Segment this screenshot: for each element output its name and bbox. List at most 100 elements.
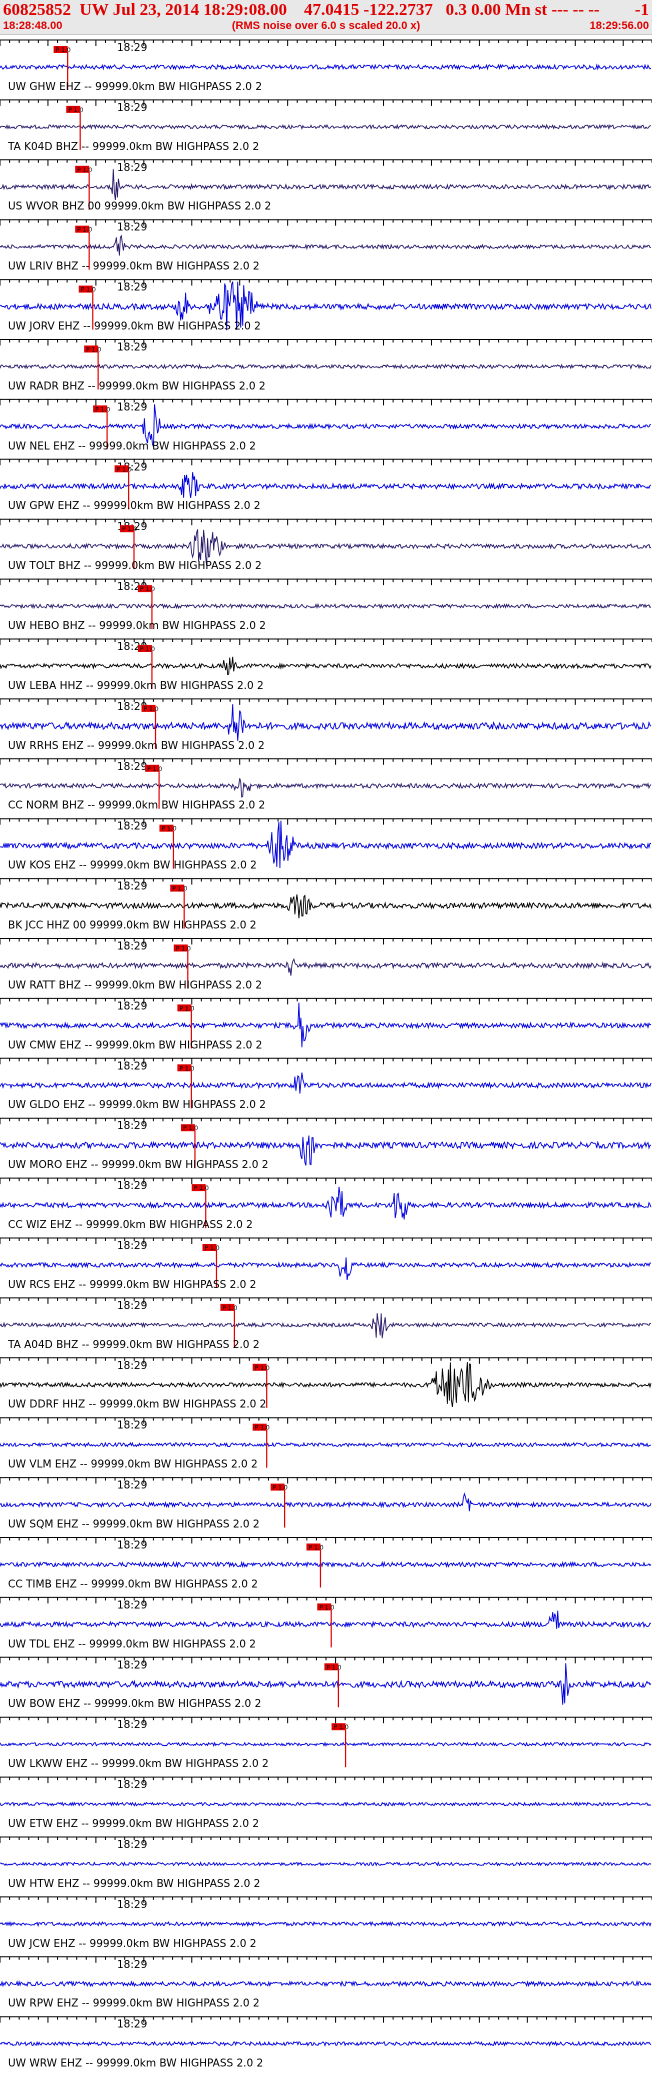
waveform <box>0 234 651 256</box>
pick-label: P 1.0 <box>326 1664 341 1671</box>
trace-row: 18:29 UW JCW EHZ -- 99999.0km BW HIGHPASS… <box>0 1896 652 1950</box>
time-label: 18:29 <box>117 821 147 833</box>
time-label: 18:29 <box>117 1120 147 1132</box>
time-label: 18:29 <box>117 881 147 893</box>
time-label: 18:29 <box>117 1000 147 1012</box>
time-label: 18:29 <box>117 1899 147 1911</box>
trace-row: 18:29 P 1.0 UW LRIV BHZ -- 99999.0km BW HI… <box>0 219 652 273</box>
pick-label: P 1.0 <box>194 1185 209 1192</box>
pick-label: P 1.0 <box>68 107 83 114</box>
time-label: 18:29 <box>117 1240 147 1252</box>
waveform <box>0 1979 652 1988</box>
waveform <box>0 1186 652 1220</box>
time-label: 18:29 <box>117 42 147 54</box>
time-label: 18:29 <box>117 761 147 773</box>
trace-row: 18:29 P 1.0 CC WIZ EHZ -- 99999.0km BW HIG… <box>0 1177 652 1231</box>
pick-label: P 1.0 <box>334 1724 349 1731</box>
station-label: UW LKWW EHZ -- 99999.0km BW HIGHPASS 2.0… <box>8 1758 269 1770</box>
trace-row: 18:29 P 1.0 UW SQM EHZ -- 99999.0km BW HIG… <box>0 1477 652 1531</box>
time-label: 18:29 <box>117 1360 147 1372</box>
pick-label: P 1.0 <box>122 526 137 533</box>
station-label: CC TIMB EHZ -- 99999.0km BW HIGHPASS 2.0… <box>8 1578 258 1590</box>
pick-label: P 1.0 <box>308 1545 323 1552</box>
trace-row: 18:29 P 1.0 TA K04D BHZ -- 99999.0km BW HI… <box>0 99 652 153</box>
pick-label: P 1.0 <box>77 167 92 174</box>
pick-label: P 1.0 <box>117 466 132 473</box>
event-flag: -1 <box>634 0 649 19</box>
station-label: UW VLM EHZ -- 99999.0km BW HIGHPASS 2.0 … <box>8 1459 258 1471</box>
time-label: 18:29 <box>117 342 147 354</box>
trace-row: 18:29 P 1.0 UW RCS EHZ -- 99999.0km BW HIG… <box>0 1237 652 1291</box>
waveform <box>0 602 652 610</box>
time-label: 18:29 <box>117 1540 147 1552</box>
waveform <box>0 957 652 976</box>
trace-row: 18:29 P 1.0 CC NORM BHZ -- 99999.0km BW HI… <box>0 758 652 812</box>
pick-label: P 1.0 <box>183 1125 198 1132</box>
event-title: 60825852 UW Jul 23, 2014 18:29:08.00 47.… <box>3 0 600 19</box>
pick-label: P 1.0 <box>176 946 191 953</box>
station-label: UW TOLT BHZ -- 99999.0km BW HIGHPASS 2.0… <box>8 560 262 572</box>
pick-label: P 1.0 <box>56 47 71 54</box>
trace-row: 18:29 UW HTW EHZ -- 99999.0km BW HIGHPASS… <box>0 1836 652 1890</box>
waveform <box>0 1560 652 1569</box>
trace-row: 18:29 P 1.0 UW GHW EHZ -- 99999.0km BW HIG… <box>0 39 652 93</box>
pick-label: P 1.0 <box>140 646 155 653</box>
waveform <box>0 63 652 71</box>
trace-row: 18:29 P 1.0 CC TIMB EHZ -- 99999.0km BW HI… <box>0 1537 652 1590</box>
pick-label: P 1.0 <box>77 227 92 234</box>
station-label: UW RATT BHZ -- 99999.0km BW HIGHPASS 2.0… <box>8 979 262 991</box>
pick-label: P 1.0 <box>172 886 187 893</box>
time-label: 18:29 <box>117 1659 147 1671</box>
header-bar: 60825852 UW Jul 23, 2014 18:29:08.00 47.… <box>0 0 652 35</box>
station-label: TA K04D BHZ -- 99999.0km BW HIGHPASS 2.0… <box>7 141 259 153</box>
pick-label: P 1.0 <box>255 1365 270 1372</box>
seismogram-plot: 18:29P 1.0UW GHW EHZ -- 99999.0km BW HIG… <box>0 39 652 2070</box>
trace-row: 18:29 P 1.0 UW KOS EHZ -- 99999.0km BW HIG… <box>0 818 652 872</box>
trace-row: 18:29 UW ETW EHZ -- 99999.0km BW HIGHPASS… <box>0 1776 652 1830</box>
waveform <box>0 1072 652 1094</box>
waveform <box>0 1257 652 1281</box>
waveform <box>0 1741 652 1747</box>
trace-row: 18:29 UW WRW EHZ -- 99999.0km BW HIGHPASS… <box>0 2016 652 2070</box>
pick-label: P 1.0 <box>179 1065 194 1072</box>
station-label: UW RRHS EHZ -- 99999.0km BW HIGHPASS 2.0… <box>8 740 265 752</box>
station-label: UW BOW EHZ -- 99999.0km BW HIGHPASS 2.0 … <box>8 1698 261 1710</box>
waveform <box>0 656 652 676</box>
station-label: CC NORM BHZ -- 99999.0km BW HIGHPASS 2.0… <box>8 800 265 812</box>
time-label: 18:29 <box>117 1959 147 1971</box>
station-label: UW CMW EHZ -- 99999.0km BW HIGHPASS 2.0 … <box>8 1039 262 1051</box>
station-label: UW RADR BHZ -- 99999.0km BW HIGHPASS 2.0… <box>8 380 266 392</box>
time-label: 18:29 <box>117 1420 147 1432</box>
waveform <box>0 1313 652 1339</box>
station-label: UW TDL EHZ -- 99999.0km BW HIGHPASS 2.0 … <box>8 1638 256 1650</box>
station-label: UW GPW EHZ -- 99999.0km BW HIGHPASS 2.0 … <box>8 500 260 512</box>
station-label: UW LRIV BHZ -- 99999.0km BW HIGHPASS 2.0… <box>8 261 260 273</box>
station-label: UW RCS EHZ -- 99999.0km BW HIGHPASS 2.0 … <box>8 1279 256 1291</box>
trace-row: 18:29 P 1.0 UW GLDO EHZ -- 99999.0km BW HI… <box>0 1057 652 1111</box>
waveform <box>0 1492 652 1512</box>
station-label: UW GLDO EHZ -- 99999.0km BW HIGHPASS 2.0… <box>8 1099 266 1111</box>
time-label: 18:29 <box>117 1060 147 1072</box>
time-label: 18:29 <box>117 222 147 234</box>
waveform <box>0 1610 652 1629</box>
pick-label: P 1.0 <box>222 1305 237 1312</box>
waveform <box>0 123 652 131</box>
trace-row: 18:29P 1.0UW RRHS EHZ -- 99999.0km BW HI… <box>0 698 652 752</box>
waveform <box>0 2040 652 2047</box>
time-label: 18:29 <box>117 1839 147 1851</box>
time-label: 18:29 <box>117 1599 147 1611</box>
time-label: 18:29 <box>117 162 147 174</box>
time-label: 18:29 <box>117 1180 147 1192</box>
station-label: UW SQM EHZ -- 99999.0km BW HIGHPASS 2.0 … <box>8 1519 260 1531</box>
pick-label: P 1.0 <box>95 406 110 413</box>
noise-note: (RMS noise over 6.0 s scaled 20.0 x) <box>231 20 421 32</box>
waveform <box>0 704 652 741</box>
trace-row: 18:29 UW RPW EHZ -- 99999.0km BW HIGHPASS… <box>0 1956 652 2010</box>
station-label: TA A04D BHZ -- 99999.0km BW HIGHPASS 2.0… <box>7 1339 260 1351</box>
pick-label: P 1.0 <box>147 766 162 773</box>
station-label: UW WRW EHZ -- 99999.0km BW HIGHPASS 2.0 … <box>8 2058 263 2070</box>
station-label: UW JCW EHZ -- 99999.0km BW HIGHPASS 2.0 … <box>8 1938 256 1950</box>
waveform <box>0 1441 652 1448</box>
pick-label: P 1.0 <box>179 1005 194 1012</box>
time-label: 18:29 <box>117 941 147 953</box>
